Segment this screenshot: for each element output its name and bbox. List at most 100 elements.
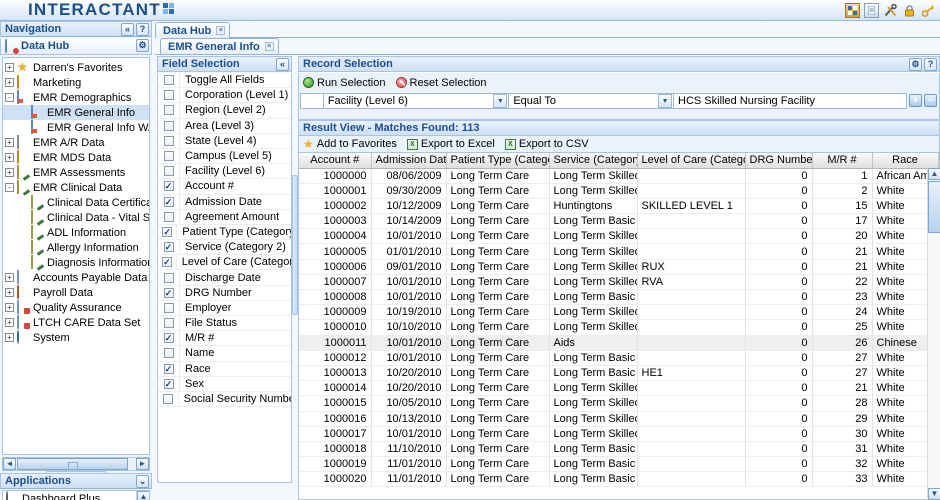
tree-item-emr-general-info[interactable]: EMR General Info bbox=[3, 105, 149, 120]
applications-collapse-button[interactable]: ⌄ bbox=[136, 475, 149, 488]
field-row[interactable]: ✓ Patient Type (Category 1) bbox=[158, 224, 291, 241]
column-header[interactable]: Level of Care (Category 3) bbox=[637, 153, 746, 169]
criteria-operator-select[interactable]: Equal To ▼ bbox=[509, 92, 675, 109]
field-checkbox[interactable]: ✓ bbox=[161, 257, 172, 268]
tree-item-diagnosis-information[interactable]: Diagnosis Information bbox=[3, 255, 149, 270]
field-checkbox[interactable] bbox=[162, 394, 173, 405]
add-criteria-button[interactable]: + bbox=[909, 94, 923, 107]
expand-node-icon[interactable]: + bbox=[5, 333, 14, 342]
expand-node-icon[interactable]: + bbox=[5, 63, 14, 72]
field-checkbox[interactable] bbox=[163, 318, 174, 329]
tree-item-emr-general-info-warehouse[interactable]: EMR General Info WAREHOUSE bbox=[3, 120, 149, 135]
column-header[interactable]: M/R # bbox=[812, 153, 873, 169]
tree-item-darren-s-favorites[interactable]: + ★ Darren's Favorites bbox=[3, 60, 149, 75]
tree-item-clinical-data-vital-signs[interactable]: Clinical Data - Vital Signs bbox=[3, 210, 149, 225]
field-checkbox[interactable]: ✓ bbox=[163, 196, 174, 207]
field-checkbox[interactable] bbox=[163, 166, 174, 177]
table-row[interactable]: 1000010 10/10/2010 Long Term Care Long Term… bbox=[299, 319, 939, 336]
criteria-value-input[interactable]: HCS Skilled Nursing Facility bbox=[674, 92, 908, 109]
table-row[interactable]: 1000002 10/12/2009 Long Term Care Huntingto… bbox=[299, 198, 939, 215]
grid-scroll-thumb[interactable] bbox=[928, 181, 940, 233]
criteria-logic-cell[interactable] bbox=[300, 92, 324, 109]
expand-node-icon[interactable]: + bbox=[5, 78, 14, 87]
expand-node-icon[interactable]: + bbox=[5, 153, 14, 162]
tree-horizontal-scrollbar[interactable]: ◄ ► bbox=[2, 457, 150, 471]
tree-item-marketing[interactable]: + Marketing bbox=[3, 75, 149, 90]
field-checkbox[interactable] bbox=[163, 135, 174, 146]
field-row[interactable]: Region (Level 2) bbox=[158, 103, 291, 119]
field-checkbox[interactable]: ✓ bbox=[163, 333, 174, 344]
expand-node-icon[interactable]: + bbox=[5, 138, 14, 147]
application-item-dashboard-plus[interactable]: Dashboard Plus bbox=[3, 491, 149, 500]
field-row[interactable]: File Status bbox=[158, 316, 291, 332]
field-row[interactable]: ✓ Account # bbox=[158, 179, 291, 195]
column-header[interactable]: Account # bbox=[299, 153, 372, 169]
field-row[interactable]: ✓ Service (Category 2) bbox=[158, 240, 291, 256]
tree-item-emr-a-r-data[interactable]: + EMR A/R Data bbox=[3, 135, 149, 150]
document-icon[interactable] bbox=[864, 3, 879, 18]
tab-data-hub-close-icon[interactable]: × bbox=[216, 26, 226, 35]
criteria-field-select[interactable]: Facility (Level 6) ▼ bbox=[323, 92, 510, 109]
tree-item-payroll-data[interactable]: + Payroll Data bbox=[3, 285, 149, 300]
field-row[interactable]: Social Security Number bbox=[158, 391, 291, 408]
field-row[interactable]: Toggle All Fields bbox=[158, 73, 291, 89]
record-selection-help-button[interactable]: ? bbox=[924, 58, 937, 71]
field-row[interactable]: Facility (Level 6) bbox=[158, 164, 291, 180]
export-to-excel-button[interactable]: X Export to Excel bbox=[406, 138, 495, 150]
field-checkbox[interactable]: ✓ bbox=[163, 242, 174, 253]
table-row[interactable]: 1000016 10/13/2010 Long Term Care Long Term… bbox=[299, 411, 939, 427]
table-row[interactable]: 1000019 11/01/2010 Long Term Care Long Term… bbox=[299, 456, 939, 473]
lock-icon[interactable] bbox=[902, 3, 917, 18]
tree-item-emr-clinical-data[interactable]: - EMR Clinical Data bbox=[3, 180, 149, 195]
table-row[interactable]: 1000017 10/01/2010 Long Term Care Long Term… bbox=[299, 426, 939, 442]
tree-item-system[interactable]: + System bbox=[3, 330, 149, 345]
table-row[interactable]: 1000020 11/01/2010 Long Term Care Long Term… bbox=[299, 471, 939, 488]
tools-icon[interactable] bbox=[883, 3, 898, 18]
field-row[interactable]: ✓ M/R # bbox=[158, 331, 291, 347]
tree-item-emr-assessments[interactable]: + EMR Assessments bbox=[3, 165, 149, 180]
field-row[interactable]: Discharge Date bbox=[158, 270, 291, 286]
hscroll-thumb[interactable] bbox=[17, 458, 128, 470]
scroll-right-button[interactable]: ► bbox=[136, 458, 149, 470]
table-row[interactable]: 1000013 10/20/2010 Long Term Care Long Term… bbox=[299, 365, 939, 382]
field-row[interactable]: ✓ Race bbox=[158, 361, 291, 377]
field-row[interactable]: State (Level 4) bbox=[158, 133, 291, 149]
table-row[interactable]: 1000011 10/01/2010 Long Term Care Aids 0 26 Ch… bbox=[299, 335, 939, 351]
table-row[interactable]: 1000015 10/05/2010 Long Term Care Long Term… bbox=[299, 395, 939, 412]
tree-item-accounts-payable-data[interactable]: + Accounts Payable Data bbox=[3, 270, 149, 285]
field-checkbox[interactable] bbox=[163, 211, 174, 222]
tree-item-clinical-data-certification[interactable]: Clinical Data Certification bbox=[3, 195, 149, 210]
expand-node-icon[interactable]: + bbox=[5, 288, 14, 297]
tree-item-ltch-care-data-set[interactable]: + LTCH CARE Data Set bbox=[3, 315, 149, 330]
field-selection-collapse-button[interactable]: « bbox=[276, 58, 289, 71]
tab-data-hub[interactable]: Data Hub × bbox=[155, 22, 231, 38]
field-row[interactable]: ✓ Sex bbox=[158, 376, 291, 392]
scroll-left-button[interactable]: ◄ bbox=[3, 458, 16, 470]
field-checkbox[interactable]: ✓ bbox=[163, 378, 174, 389]
field-row[interactable]: Campus (Level 5) bbox=[158, 148, 291, 165]
app-scroll-up-button[interactable]: ▲ bbox=[137, 491, 149, 500]
column-header[interactable]: Race bbox=[872, 153, 939, 169]
field-checkbox[interactable] bbox=[163, 120, 174, 131]
table-row[interactable]: 1000009 10/19/2010 Long Term Care Long Term… bbox=[299, 304, 939, 321]
tab-emr-general-info[interactable]: EMR General Info × bbox=[160, 38, 279, 54]
field-checkbox[interactable]: ✓ bbox=[162, 226, 173, 237]
remove-criteria-button[interactable]: − bbox=[924, 94, 937, 107]
datahub-settings-button[interactable]: ⚙ bbox=[136, 39, 149, 52]
field-checkbox[interactable] bbox=[163, 348, 174, 359]
field-row[interactable]: Corporation (Level 1) bbox=[158, 88, 291, 104]
field-checkbox[interactable] bbox=[163, 105, 174, 116]
table-row[interactable]: 1000003 10/14/2009 Long Term Care Long Term… bbox=[299, 213, 939, 230]
expand-node-icon[interactable]: + bbox=[5, 318, 14, 327]
key-icon[interactable] bbox=[921, 3, 936, 18]
field-checkbox[interactable]: ✓ bbox=[163, 181, 174, 192]
column-header[interactable]: Service (Category 2) bbox=[549, 153, 638, 169]
table-row[interactable]: 1000012 10/01/2010 Long Term Care Long Term… bbox=[299, 350, 939, 366]
field-row[interactable]: ✓ DRG Number bbox=[158, 285, 291, 301]
field-row[interactable]: Name bbox=[158, 346, 291, 362]
table-row[interactable]: 1000008 10/01/2010 Long Term Care Long Term… bbox=[299, 289, 939, 306]
add-to-favorites-button[interactable]: ★ Add to Favorites bbox=[303, 138, 397, 150]
field-checkbox[interactable] bbox=[163, 75, 174, 86]
applications-scrollbar[interactable]: ▲ bbox=[136, 491, 149, 500]
field-checkbox[interactable]: ✓ bbox=[163, 363, 174, 374]
